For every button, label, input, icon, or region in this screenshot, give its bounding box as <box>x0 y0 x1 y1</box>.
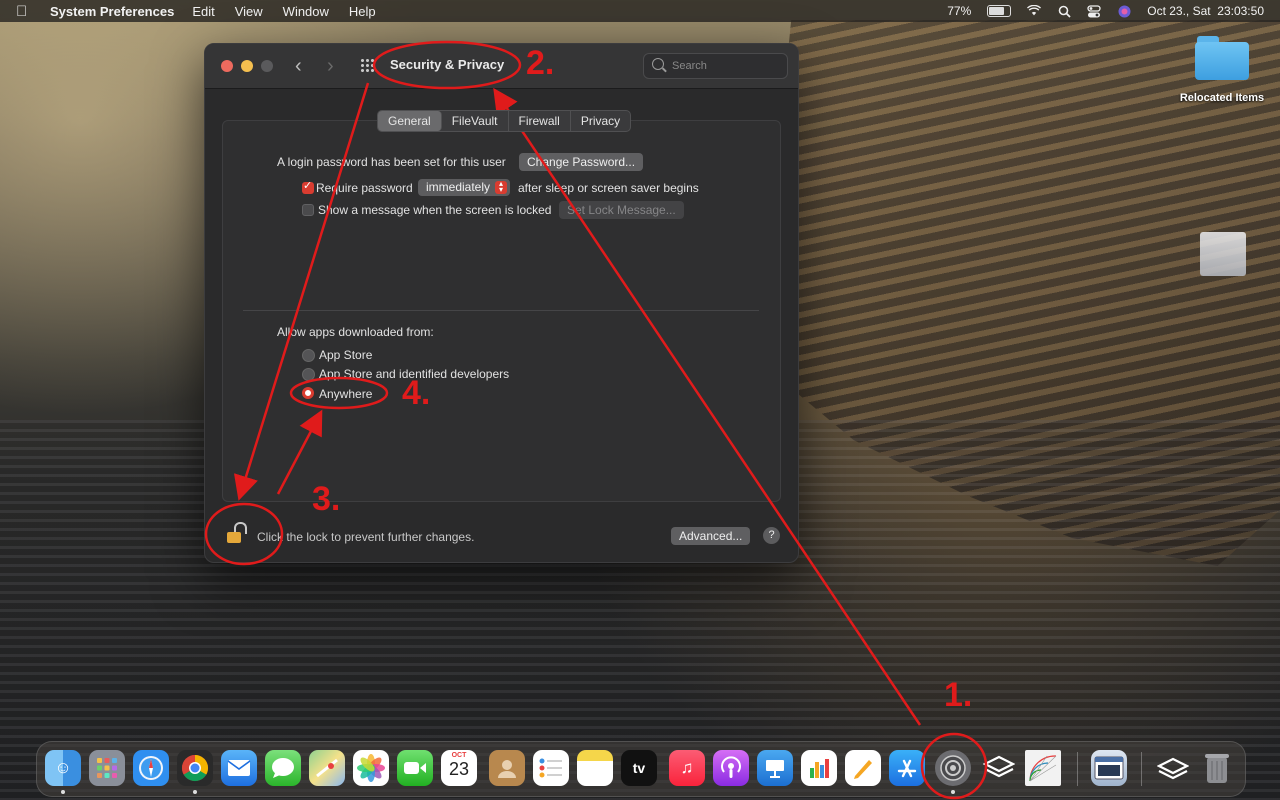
notes-icon[interactable] <box>577 750 613 786</box>
minimize-button[interactable] <box>241 60 253 72</box>
system-preferences-icon[interactable] <box>935 750 971 786</box>
menu-view[interactable]: View <box>235 4 263 19</box>
section-divider <box>243 310 759 311</box>
close-button[interactable] <box>221 60 233 72</box>
step-label-2: 2. <box>526 44 555 82</box>
battery-icon[interactable] <box>987 5 1012 17</box>
apple-icon[interactable]:  <box>16 3 34 20</box>
menu-app-name[interactable]: System Preferences <box>50 4 174 19</box>
search-field[interactable] <box>643 53 788 79</box>
calendar-month: OCT <box>451 752 467 759</box>
contacts-icon[interactable] <box>489 750 525 786</box>
calendar-day: 23 <box>448 759 470 779</box>
allow-apps-heading: Allow apps downloaded from: <box>277 325 434 339</box>
security-privacy-window: ‹ › Security & Privacy General FileVault… <box>204 43 799 563</box>
step-label-4: 4. <box>402 374 431 412</box>
tab-general[interactable]: General <box>378 111 442 131</box>
siri-icon[interactable] <box>1117 4 1131 18</box>
window-title: Security & Privacy <box>390 57 505 72</box>
tab-filevault[interactable]: FileVault <box>442 111 509 131</box>
change-password-button[interactable]: Change Password... <box>519 153 644 171</box>
preview-window-icon[interactable] <box>1091 750 1127 786</box>
window-titlebar[interactable]: ‹ › Security & Privacy <box>205 44 798 89</box>
help-button[interactable]: ? <box>763 527 780 544</box>
desktop-file-icon[interactable] <box>1200 232 1246 276</box>
back-arrow-icon[interactable]: ‹ <box>295 55 302 78</box>
spotlight-icon[interactable] <box>1057 4 1071 18</box>
podcasts-icon[interactable] <box>713 750 749 786</box>
desktop-folder-relocated-items[interactable]: Relocated Items <box>1172 32 1272 104</box>
show-all-grid-icon[interactable] <box>360 58 374 72</box>
require-password-value: immediately <box>426 180 491 194</box>
forward-arrow-icon[interactable]: › <box>327 55 334 78</box>
popup-arrows-icon: ▴ ▾ <box>495 180 508 194</box>
require-password-label: Require password <box>316 181 413 195</box>
search-input[interactable] <box>670 57 784 75</box>
require-password-suffix: after sleep or screen saver begins <box>518 181 699 195</box>
running-indicator <box>61 790 65 794</box>
chrome-icon[interactable] <box>177 750 213 786</box>
tab-firewall[interactable]: Firewall <box>509 111 571 131</box>
folder-label: Relocated Items <box>1179 92 1265 104</box>
tab-bar: General FileVault Firewall Privacy <box>377 110 632 132</box>
set-lock-message-button[interactable]: Set Lock Message... <box>559 201 684 219</box>
safari-icon[interactable] <box>133 750 169 786</box>
zoom-button[interactable] <box>261 60 273 72</box>
menu-datetime[interactable]: Oct 23., Sat 23:03:50 <box>1147 4 1264 18</box>
app-store-icon[interactable] <box>889 750 925 786</box>
calendar-icon[interactable]: OCT 23 <box>441 750 477 786</box>
mail-icon[interactable] <box>221 750 257 786</box>
step-label-3: 3. <box>312 480 341 518</box>
require-password-checkbox[interactable] <box>302 179 314 194</box>
facetime-icon[interactable] <box>397 750 433 786</box>
search-icon <box>652 58 664 70</box>
login-password-text: A login password has been set for this u… <box>277 155 506 169</box>
control-center-icon[interactable] <box>1087 4 1101 18</box>
show-message-label: Show a message when the screen is locked <box>318 203 552 217</box>
folder-icon <box>1195 36 1249 80</box>
menu-help[interactable]: Help <box>349 4 376 19</box>
tv-label: tv <box>632 760 646 776</box>
require-password-popup[interactable]: immediately ▴ ▾ <box>418 179 511 196</box>
radio-app-store[interactable] <box>302 349 315 362</box>
music-icon[interactable]: ♫ <box>669 750 705 786</box>
general-panel: A login password has been set for this u… <box>222 120 781 502</box>
reminders-icon[interactable] <box>533 750 569 786</box>
radio-label-anywhere: Anywhere <box>319 387 373 401</box>
advanced-button[interactable]: Advanced... <box>671 527 751 545</box>
maps-icon[interactable] <box>309 750 345 786</box>
apple-tv-icon[interactable]: tv <box>621 750 657 786</box>
battery-percentage[interactable]: 77% <box>947 4 971 18</box>
tab-privacy[interactable]: Privacy <box>571 111 630 131</box>
messages-icon[interactable] <box>265 750 301 786</box>
launchpad-icon[interactable] <box>89 750 125 786</box>
finder-icon[interactable]: ☺ <box>45 750 81 786</box>
show-message-checkbox[interactable] <box>302 204 314 216</box>
numbers-icon[interactable] <box>801 750 837 786</box>
trash-icon[interactable] <box>1199 750 1235 786</box>
lock-icon[interactable] <box>227 522 247 544</box>
diagram-app-icon[interactable] <box>1025 750 1061 786</box>
keynote-icon[interactable] <box>757 750 793 786</box>
wifi-icon[interactable] <box>1027 4 1042 18</box>
layers-app-icon[interactable] <box>981 750 1017 786</box>
running-indicator <box>193 790 197 794</box>
radio-anywhere[interactable] <box>302 387 314 399</box>
dock-separator <box>1077 752 1078 786</box>
running-indicator <box>951 790 955 794</box>
layers-window-icon[interactable] <box>1155 750 1191 786</box>
step-label-1: 1. <box>944 676 973 714</box>
photos-icon[interactable] <box>353 750 389 786</box>
radio-identified-developers[interactable] <box>302 368 315 381</box>
radio-label-app-store: App Store <box>319 348 373 362</box>
lock-message: Click the lock to prevent further change… <box>257 530 475 544</box>
menu-bar:  System Preferences Edit View Window He… <box>0 0 1280 22</box>
menu-edit[interactable]: Edit <box>192 4 214 19</box>
dock-separator <box>1141 752 1142 786</box>
menu-window[interactable]: Window <box>283 4 329 19</box>
pages-icon[interactable] <box>845 750 881 786</box>
dock: ☺ OCT 23 tv ♫ <box>36 741 1246 797</box>
